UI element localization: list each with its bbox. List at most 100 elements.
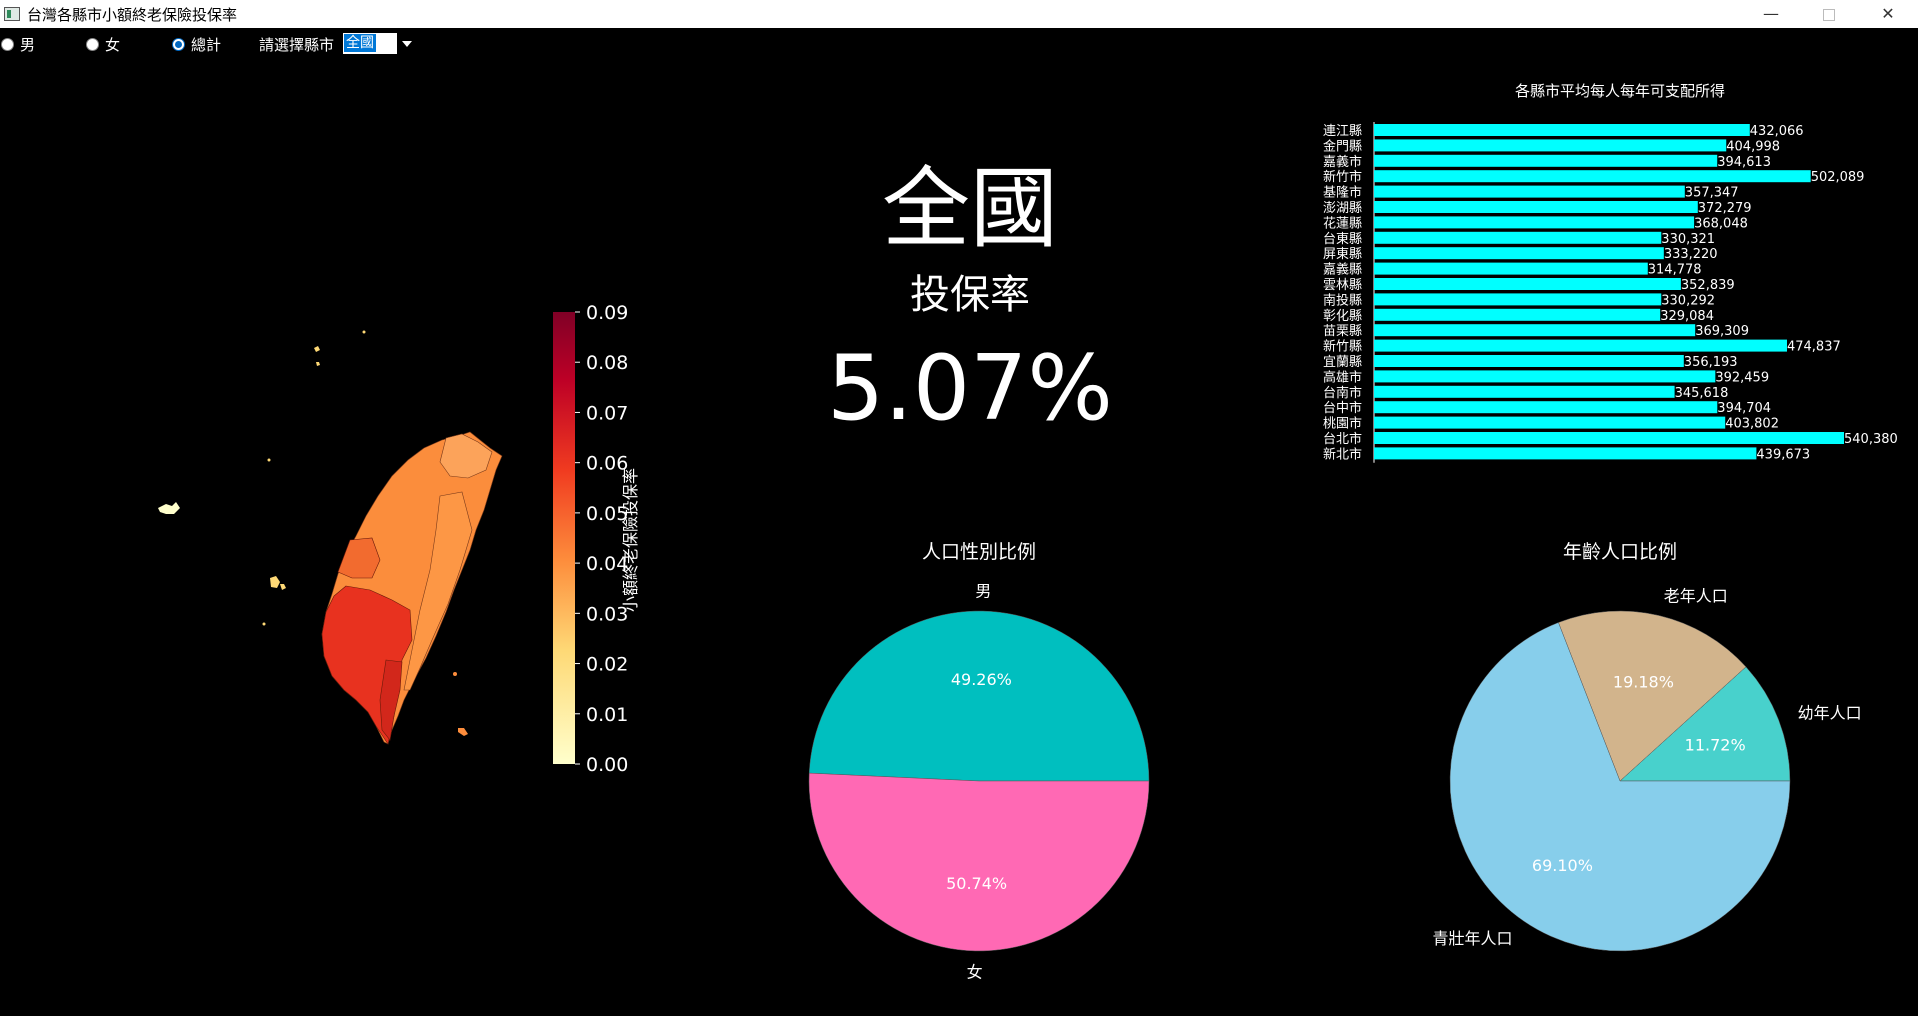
pie-slice xyxy=(1558,610,1747,782)
bar-chart-title: 各縣市平均每人每年可支配所得 xyxy=(1515,82,1725,100)
bar-category-label: 宜蘭縣 xyxy=(1323,354,1362,370)
bar-value-label: 540,380 xyxy=(1844,432,1898,447)
bar-category-label: 高雄市 xyxy=(1323,369,1362,385)
pie-percent-label: 19.18% xyxy=(1613,673,1674,692)
bar xyxy=(1374,385,1675,398)
bar xyxy=(1374,278,1681,290)
bar-category-label: 苗栗縣 xyxy=(1323,324,1362,339)
close-button[interactable]: ✕ xyxy=(1865,0,1911,28)
age-pie-title: 年齡人口比例 xyxy=(1563,541,1677,563)
bar-value-label: 474,837 xyxy=(1787,340,1841,355)
summary-rate-label: 投保率 xyxy=(910,272,1030,318)
bar xyxy=(1374,262,1648,275)
bar xyxy=(1374,216,1695,229)
bar xyxy=(1374,447,1757,460)
bar xyxy=(1374,247,1664,260)
pie-slice xyxy=(1449,622,1791,952)
pie-percent-label: 49.26% xyxy=(951,670,1012,689)
bar-category-label: 屏東縣 xyxy=(1323,246,1362,262)
gender-pie-title: 人口性別比例 xyxy=(922,541,1036,563)
bar-category-label: 南投縣 xyxy=(1323,292,1362,308)
pie-slice-label: 女 xyxy=(967,962,983,981)
bar-value-label: 404,998 xyxy=(1726,139,1780,154)
colorbar-label: 小額終老保險投保率 xyxy=(621,468,640,612)
bar xyxy=(1374,154,1718,167)
bar-category-label: 連江縣 xyxy=(1323,124,1362,139)
bar xyxy=(1374,170,1811,183)
bar-category-label: 台東縣 xyxy=(1323,231,1362,247)
taiwan-map: 0.000.010.020.030.040.050.060.070.080.09… xyxy=(158,302,640,776)
map-region-central-west xyxy=(337,537,381,579)
bar-category-label: 雲林縣 xyxy=(1323,278,1362,293)
bar-value-label: 352,839 xyxy=(1681,278,1735,293)
bar-category-label: 嘉義市 xyxy=(1323,154,1362,170)
bar-value-label: 330,321 xyxy=(1661,232,1715,247)
bar-value-label: 329,084 xyxy=(1660,309,1714,324)
bar-category-label: 澎湖縣 xyxy=(1323,201,1362,216)
bar xyxy=(1374,231,1662,244)
bar-value-label: 394,704 xyxy=(1717,401,1771,416)
bar-category-label: 金門縣 xyxy=(1323,138,1362,154)
map-penghu xyxy=(270,576,286,590)
bar-category-label: 花蓮縣 xyxy=(1323,215,1362,231)
map-orchid-island xyxy=(458,728,468,736)
minimize-button[interactable]: — xyxy=(1748,0,1794,28)
bar xyxy=(1374,416,1726,429)
colorbar-tick-label: 0.08 xyxy=(586,352,628,374)
bar-value-label: 345,618 xyxy=(1675,386,1729,401)
bar-category-label: 台中市 xyxy=(1323,400,1362,416)
pie-slice xyxy=(1619,666,1791,782)
bar-category-label: 基隆市 xyxy=(1323,185,1362,201)
pie-slice-label: 幼年人口 xyxy=(1798,703,1862,722)
pie-slice-label: 老年人口 xyxy=(1664,587,1728,606)
bar-value-label: 357,347 xyxy=(1685,186,1739,201)
pie-slice xyxy=(808,610,1150,782)
bar-category-label: 嘉義縣 xyxy=(1323,262,1362,278)
bar xyxy=(1374,355,1684,367)
bar xyxy=(1374,432,1844,444)
bar xyxy=(1374,401,1718,414)
bar-category-label: 台北市 xyxy=(1323,431,1362,447)
bar-value-label: 356,193 xyxy=(1684,355,1738,370)
pie-percent-label: 50.74% xyxy=(946,874,1007,893)
pie-slice-label: 青壯年人口 xyxy=(1432,929,1512,948)
colorbar-tick-label: 0.09 xyxy=(586,302,628,324)
bar-value-label: 369,309 xyxy=(1695,324,1749,339)
bar xyxy=(1374,370,1716,383)
colorbar-tick-label: 0.07 xyxy=(586,402,628,424)
bar-value-label: 439,673 xyxy=(1756,447,1810,462)
bar-value-label: 392,459 xyxy=(1715,370,1769,385)
bar-category-label: 彰化縣 xyxy=(1323,308,1362,324)
pie-slice-label: 男 xyxy=(975,582,991,601)
bar-value-label: 333,220 xyxy=(1664,247,1718,262)
map-green-island xyxy=(453,672,457,676)
bar-value-label: 314,778 xyxy=(1648,263,1702,278)
pie-percent-label: 69.10% xyxy=(1532,856,1593,875)
pie-slice xyxy=(808,772,1150,952)
bar-value-label: 368,048 xyxy=(1694,216,1748,231)
bar-category-label: 新北市 xyxy=(1323,446,1362,462)
bar xyxy=(1374,308,1661,321)
map-matsu xyxy=(314,346,320,366)
bar-value-label: 432,066 xyxy=(1750,124,1804,139)
gender-pie: 49.26% 男 50.74% 女 xyxy=(808,582,1150,981)
bar xyxy=(1374,124,1750,136)
summary-region: 全國 xyxy=(881,157,1058,260)
bar-category-label: 桃園市 xyxy=(1323,416,1362,432)
maximize-button[interactable] xyxy=(1806,0,1852,28)
age-pie: 11.72% 幼年人口 19.18% 老年人口 69.10% 青壯年人口 xyxy=(1432,587,1862,952)
map-islet-1 xyxy=(362,330,366,334)
summary-rate-value: 5.07% xyxy=(827,336,1113,441)
bar-value-label: 502,089 xyxy=(1811,170,1865,185)
bar xyxy=(1374,139,1727,152)
pie-percent-label: 11.72% xyxy=(1685,735,1746,754)
bar-category-label: 新竹縣 xyxy=(1323,339,1362,355)
bar xyxy=(1374,293,1662,306)
bar xyxy=(1374,185,1685,198)
bar-value-label: 394,613 xyxy=(1717,155,1771,170)
bar-value-label: 330,292 xyxy=(1661,293,1715,308)
maximize-icon xyxy=(1823,8,1835,21)
bar xyxy=(1374,201,1698,213)
bar-category-label: 台南市 xyxy=(1323,385,1362,401)
bar-value-label: 403,802 xyxy=(1725,417,1779,432)
